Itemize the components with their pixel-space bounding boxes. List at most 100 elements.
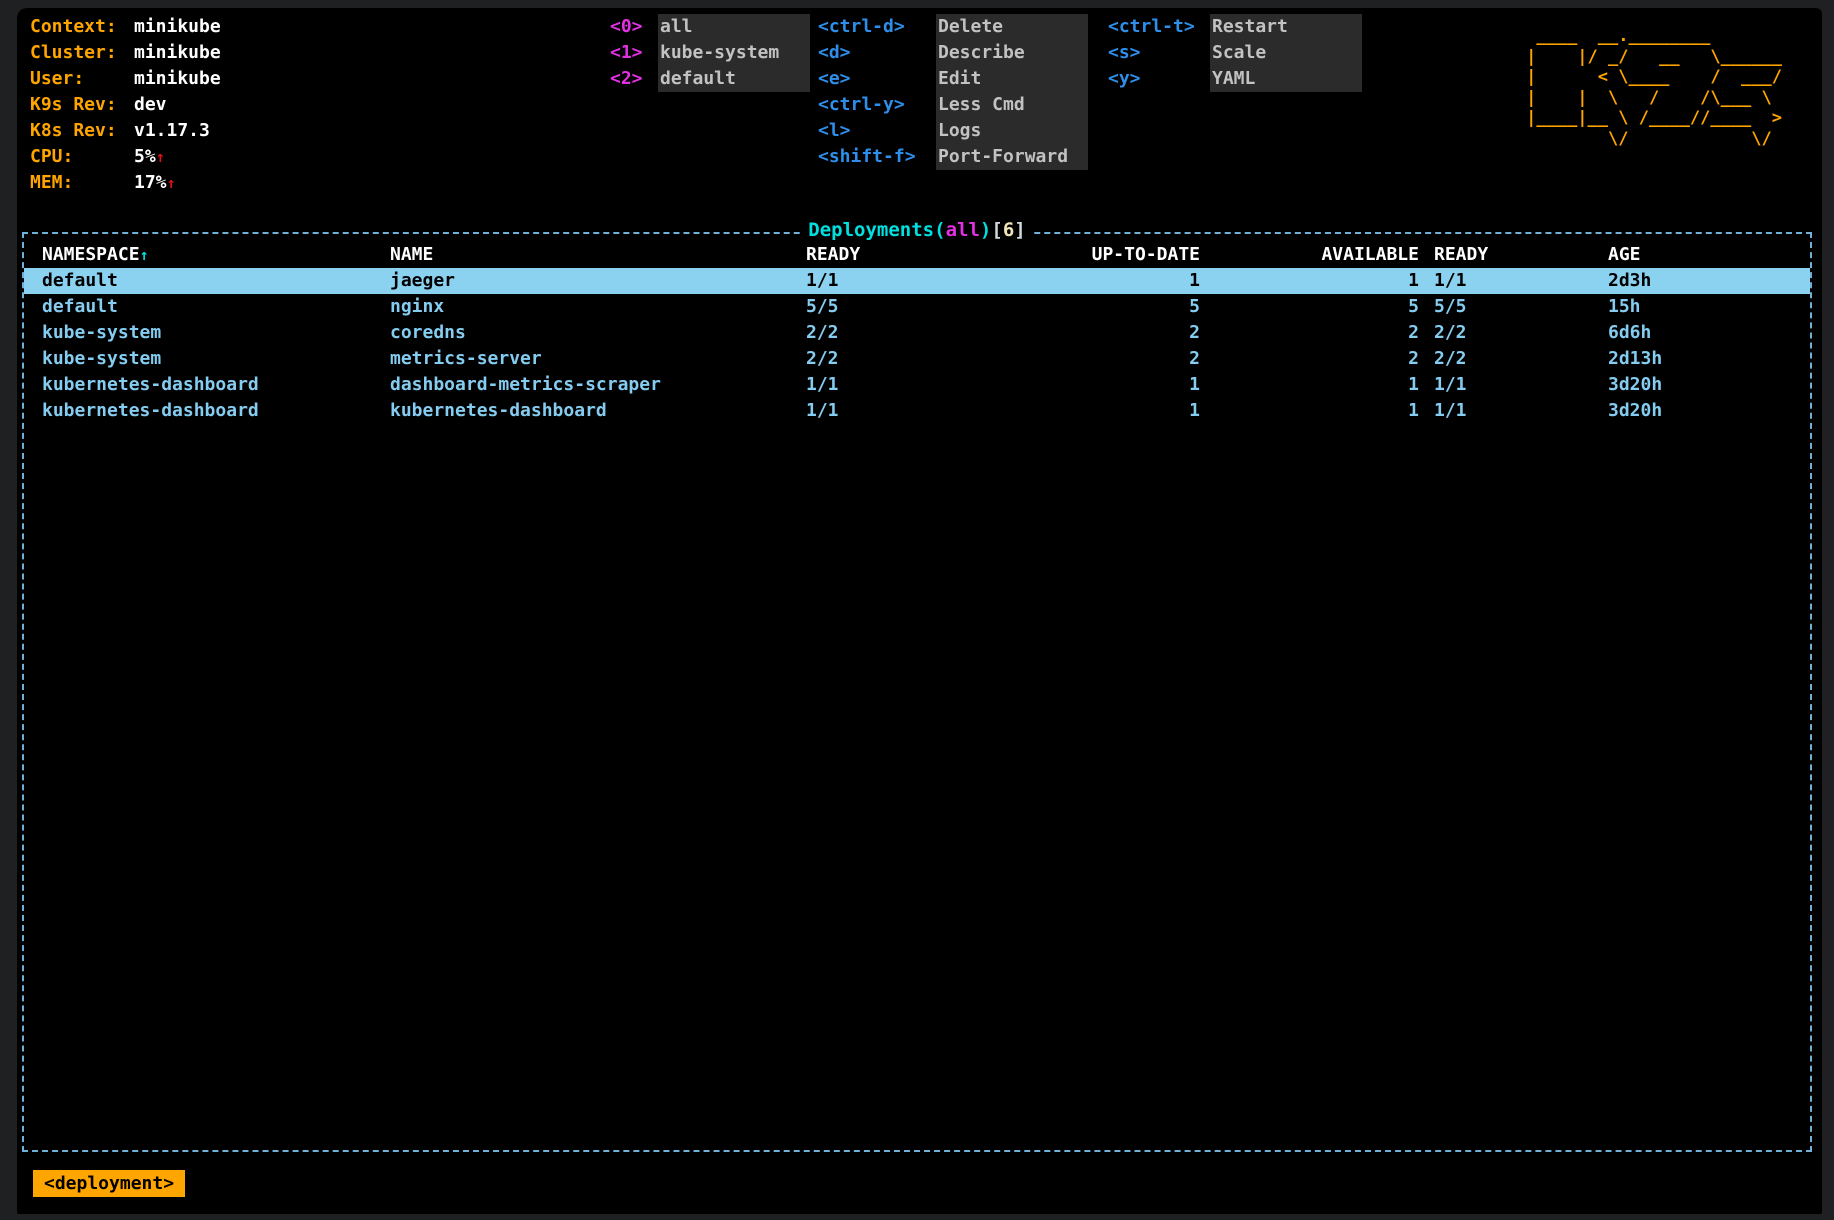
- cell-up-to-date: 2: [956, 346, 1200, 372]
- column-header-namespace[interactable]: NAMESPACE↑: [42, 242, 390, 268]
- hotkey-combo: <shift-f>: [818, 144, 936, 170]
- cell-age: 3d20h: [1594, 398, 1796, 424]
- cell-ready-2: 1/1: [1419, 398, 1594, 424]
- cell-up-to-date: 5: [956, 294, 1200, 320]
- hotkeys-column-2: <ctrl-t>Restart <s>Scale <y>YAML: [1108, 14, 1362, 92]
- hotkey-restart: <ctrl-t>Restart: [1108, 14, 1362, 40]
- info-value: 5%: [134, 146, 156, 167]
- namespace-label: all: [658, 14, 810, 40]
- info-label: Cluster:: [30, 40, 134, 66]
- cell-up-to-date: 1: [956, 398, 1200, 424]
- table-title-paren: ): [980, 219, 991, 241]
- table-row-coredns[interactable]: kube-system coredns 2/2 2 2 2/2 6d6h: [24, 320, 1810, 346]
- column-header-ready[interactable]: READY: [806, 242, 956, 268]
- cell-available: 5: [1200, 294, 1419, 320]
- cell-age: 6d6h: [1594, 320, 1796, 346]
- info-label: Context:: [30, 14, 134, 40]
- table-title-bracket: ]: [1014, 219, 1025, 241]
- hotkey-scale: <s>Scale: [1108, 40, 1362, 66]
- column-header-up-to-date[interactable]: UP-TO-DATE: [956, 242, 1200, 268]
- info-label: K9s Rev:: [30, 92, 134, 118]
- cell-name: coredns: [390, 320, 806, 346]
- info-row-k8s-rev: K8s Rev:v1.17.3: [30, 118, 221, 144]
- cell-ready-2: 1/1: [1419, 372, 1594, 398]
- cluster-info-panel: Context:minikube Cluster:minikube User:m…: [30, 14, 221, 196]
- namespace-shortcut-kube-system: <1>kube-system: [610, 40, 810, 66]
- hotkey-combo: <d>: [818, 40, 936, 66]
- hotkey-label: YAML: [1210, 66, 1362, 92]
- cell-ready-2: 5/5: [1419, 294, 1594, 320]
- table-title: Deployments(all)[6]: [800, 219, 1033, 241]
- cell-available: 1: [1200, 398, 1419, 424]
- hotkey-combo: <ctrl-t>: [1108, 14, 1210, 40]
- up-arrow-icon: ↑: [156, 148, 165, 166]
- cell-ready-2: 2/2: [1419, 320, 1594, 346]
- table-row-jaeger[interactable]: default jaeger 1/1 1 1 1/1 2d3h: [24, 268, 1810, 294]
- hotkey-0: <0>: [610, 14, 658, 40]
- hotkey-yaml: <y>YAML: [1108, 66, 1362, 92]
- info-label: K8s Rev:: [30, 118, 134, 144]
- deployments-table: Deployments(all)[6] NAMESPACE↑ NAME READ…: [22, 232, 1812, 1152]
- hotkey-label: Scale: [1210, 40, 1362, 66]
- table-row-dashboard-metrics-scraper[interactable]: kubernetes-dashboard dashboard-metrics-s…: [24, 372, 1810, 398]
- info-value: minikube: [134, 16, 221, 37]
- cell-age: 15h: [1594, 294, 1796, 320]
- table-title-resource: Deployments: [808, 219, 934, 241]
- hotkey-edit: <e>Edit: [818, 66, 1088, 92]
- cell-name: kubernetes-dashboard: [390, 398, 806, 424]
- column-header-ready-2[interactable]: READY: [1419, 242, 1594, 268]
- table-row-nginx[interactable]: default nginx 5/5 5 5 5/5 15h: [24, 294, 1810, 320]
- k9s-logo-ascii-art: ____ __.________ | |/ _/ __ \______ | < …: [1526, 26, 1782, 149]
- k9s-terminal: Context:minikube Cluster:minikube User:m…: [17, 8, 1822, 1214]
- cell-name: dashboard-metrics-scraper: [390, 372, 806, 398]
- hotkey-2: <2>: [610, 66, 658, 92]
- table-row-metrics-server[interactable]: kube-system metrics-server 2/2 2 2 2/2 2…: [24, 346, 1810, 372]
- column-header-age[interactable]: AGE: [1594, 242, 1796, 268]
- info-label: MEM:: [30, 170, 134, 196]
- cell-up-to-date: 1: [956, 372, 1200, 398]
- cell-name: jaeger: [390, 268, 806, 294]
- cell-available: 2: [1200, 320, 1419, 346]
- namespace-shortcut-default: <2>default: [610, 66, 810, 92]
- sort-arrow-icon: ↑: [140, 246, 149, 264]
- cell-ready: 1/1: [806, 372, 956, 398]
- cell-age: 2d3h: [1594, 268, 1796, 294]
- info-row-cpu: CPU:5%↑: [30, 144, 221, 170]
- hotkey-label: Logs: [936, 118, 1088, 144]
- hotkey-1: <1>: [610, 40, 658, 66]
- info-label: User:: [30, 66, 134, 92]
- namespace-label: kube-system: [658, 40, 810, 66]
- column-header-name[interactable]: NAME: [390, 242, 806, 268]
- cell-namespace: kube-system: [42, 346, 390, 372]
- cell-available: 2: [1200, 346, 1419, 372]
- hotkey-logs: <l>Logs: [818, 118, 1088, 144]
- cell-namespace: default: [42, 268, 390, 294]
- info-row-k9s-rev: K9s Rev:dev: [30, 92, 221, 118]
- cell-ready-2: 1/1: [1419, 268, 1594, 294]
- info-row-cluster: Cluster:minikube: [30, 40, 221, 66]
- hotkey-delete: <ctrl-d>Delete: [818, 14, 1088, 40]
- hotkeys-column-1: <ctrl-d>Delete <d>Describe <e>Edit <ctrl…: [818, 14, 1088, 170]
- breadcrumb-deployment[interactable]: <deployment>: [33, 1170, 185, 1197]
- hotkey-port-forward: <shift-f>Port-Forward: [818, 144, 1088, 170]
- info-value: v1.17.3: [134, 120, 210, 141]
- cell-ready: 2/2: [806, 320, 956, 346]
- hotkey-label: Restart: [1210, 14, 1362, 40]
- table-header-row: NAMESPACE↑ NAME READY UP-TO-DATE AVAILAB…: [24, 242, 1810, 268]
- cell-ready: 5/5: [806, 294, 956, 320]
- table-body: NAMESPACE↑ NAME READY UP-TO-DATE AVAILAB…: [24, 234, 1810, 424]
- hotkey-label: Port-Forward: [936, 144, 1088, 170]
- hotkey-combo: <l>: [818, 118, 936, 144]
- cell-namespace: kubernetes-dashboard: [42, 372, 390, 398]
- hotkey-label: Delete: [936, 14, 1088, 40]
- table-title-count: 6: [1003, 219, 1014, 241]
- hotkey-combo: <s>: [1108, 40, 1210, 66]
- cell-ready: 1/1: [806, 398, 956, 424]
- info-value: dev: [134, 94, 167, 115]
- cell-namespace: default: [42, 294, 390, 320]
- info-value: minikube: [134, 68, 221, 89]
- table-row-kubernetes-dashboard[interactable]: kubernetes-dashboard kubernetes-dashboar…: [24, 398, 1810, 424]
- column-header-available[interactable]: AVAILABLE: [1200, 242, 1419, 268]
- cell-age: 3d20h: [1594, 372, 1796, 398]
- up-arrow-icon: ↑: [167, 174, 176, 192]
